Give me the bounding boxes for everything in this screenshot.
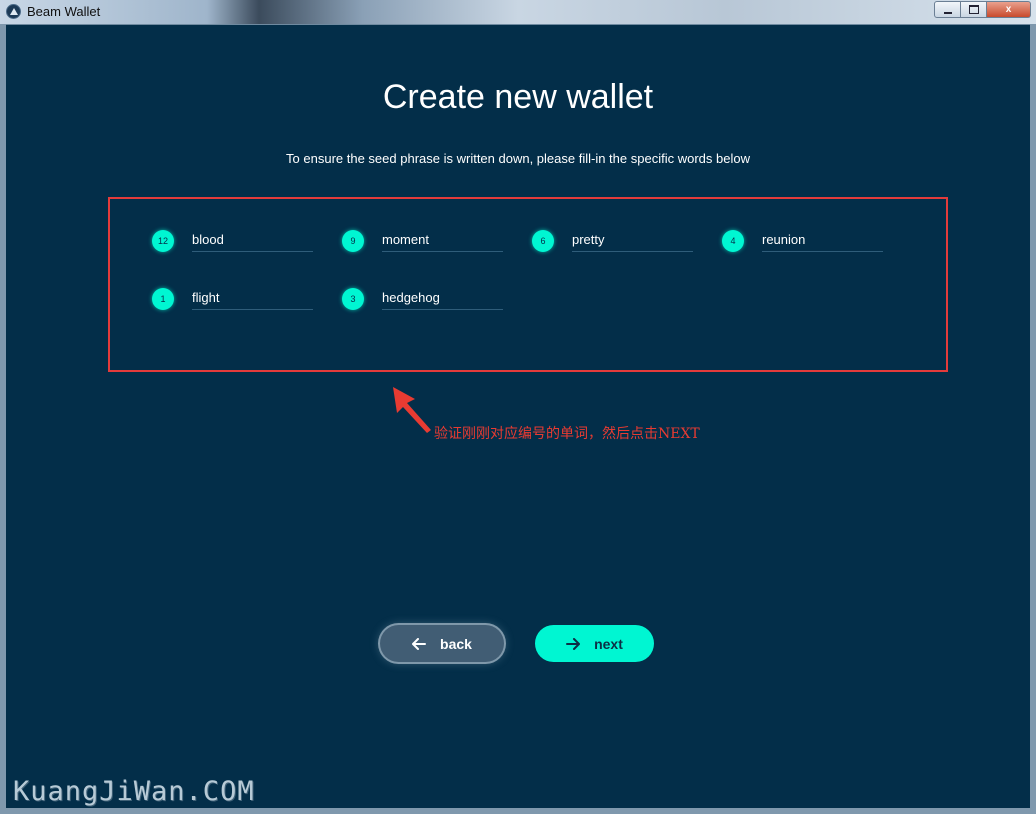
word-number-badge: 12 [152, 230, 174, 252]
seed-word-item: 4 reunion [722, 230, 892, 260]
seed-word-input[interactable]: flight [192, 289, 313, 310]
minimize-button[interactable] [934, 1, 961, 18]
app-content: Create new wallet To ensure the seed phr… [6, 25, 1030, 808]
next-button[interactable]: next [535, 625, 654, 662]
word-number-badge: 9 [342, 230, 364, 252]
window-controls: x [934, 1, 1031, 18]
seed-word-input[interactable]: hedgehog [382, 289, 503, 310]
minimize-icon [943, 11, 952, 14]
arrow-left-icon [412, 637, 427, 650]
seed-word-input[interactable]: moment [382, 231, 503, 252]
page-subtitle: To ensure the seed phrase is written dow… [286, 151, 750, 166]
word-number-badge: 3 [342, 288, 364, 310]
close-button[interactable]: x [987, 1, 1031, 18]
seed-word-item: 9 moment [342, 230, 512, 260]
seed-word-input[interactable]: blood [192, 231, 313, 252]
beam-logo-icon [6, 4, 21, 19]
window-frame-bottom [0, 808, 1036, 814]
word-number-badge: 6 [532, 230, 554, 252]
word-number-badge: 1 [152, 288, 174, 310]
window-title: Beam Wallet [27, 4, 101, 19]
annotation-text: 验证刚刚对应编号的单词，然后点击NEXT [434, 426, 700, 442]
maximize-icon [968, 5, 979, 14]
page-title: Create new wallet [382, 78, 654, 116]
annotation-arrow-icon [393, 387, 431, 433]
word-number-badge: 4 [722, 230, 744, 252]
next-button-label: next [594, 635, 623, 652]
close-icon: x [1005, 4, 1012, 15]
maximize-button[interactable] [961, 1, 987, 18]
window-titlebar: Beam Wallet x [0, 0, 1036, 24]
seed-word-input[interactable]: pretty [572, 231, 693, 252]
seed-word-item: 12 blood [152, 230, 322, 260]
window-frame-right [1030, 24, 1036, 814]
seed-word-item: 1 flight [152, 288, 322, 318]
arrow-right-icon [566, 637, 581, 650]
seed-word-item: 6 pretty [532, 230, 702, 260]
back-button-label: back [440, 635, 472, 652]
seed-word-input[interactable]: reunion [762, 231, 883, 252]
back-button[interactable]: back [380, 625, 504, 662]
seed-word-item: 3 hedgehog [342, 288, 512, 318]
annotation-highlight-box [108, 197, 948, 372]
watermark: KuangJiWan.COM [13, 776, 255, 807]
